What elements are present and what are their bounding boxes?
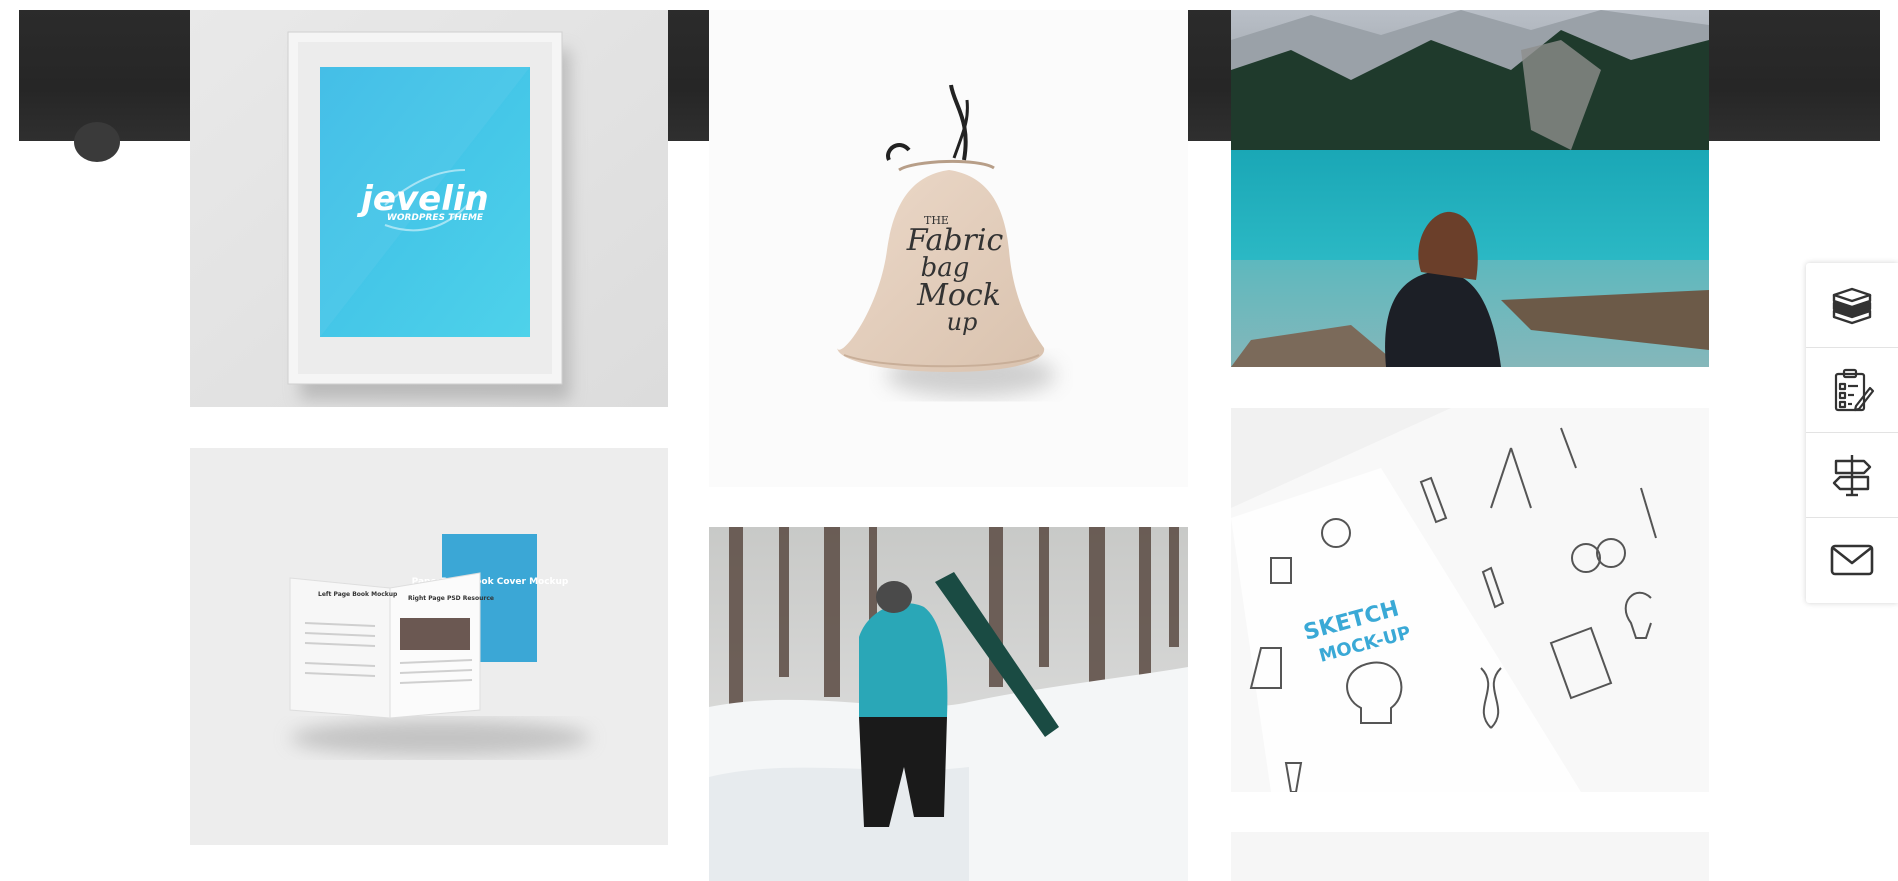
book-right-title: Right Page PSD Resource (408, 595, 494, 602)
dock-docs-button[interactable] (1806, 263, 1898, 348)
hero-decoration (74, 122, 120, 162)
checklist-icon (1834, 368, 1875, 412)
side-dock (1806, 263, 1898, 603)
gallery-item-sketch-mockup[interactable]: SKETCH MOCK-UP (1231, 408, 1709, 792)
gallery-item-snow-photo[interactable] (709, 527, 1188, 881)
frame-logo-subtext: WORDPRES THEME (387, 213, 484, 223)
bag-text-4: up (947, 308, 978, 336)
gallery-item-frame-mockup[interactable]: jevelin WORDPRES THEME (190, 10, 668, 407)
books-icon (1832, 287, 1872, 325)
gallery-item-fabric-bag[interactable]: THE Fabric bag Mock up (709, 10, 1188, 487)
frame-mockup-image: jevelin WORDPRES THEME (190, 10, 668, 407)
dock-changelog-button[interactable] (1806, 348, 1898, 433)
fabric-bag-image: THE Fabric bag Mock up (709, 10, 1188, 487)
snow-photo-image (709, 527, 1188, 881)
book-mockup-image: PaperBack Book Cover Mockup Left Page Bo… (190, 448, 668, 845)
mail-icon (1830, 544, 1874, 576)
gallery-item-partial[interactable] (1231, 832, 1709, 881)
book-left-title: Left Page Book Mockup (318, 591, 398, 598)
gallery-item-book-mockup[interactable]: PaperBack Book Cover Mockup Left Page Bo… (190, 448, 668, 845)
lake-photo-image (1231, 10, 1709, 367)
dock-contact-button[interactable] (1806, 518, 1898, 602)
sketch-mockup-image: SKETCH MOCK-UP (1231, 408, 1709, 792)
dock-guide-button[interactable] (1806, 433, 1898, 518)
signpost-icon (1832, 455, 1872, 497)
gallery-item-lake-photo[interactable] (1231, 10, 1709, 367)
